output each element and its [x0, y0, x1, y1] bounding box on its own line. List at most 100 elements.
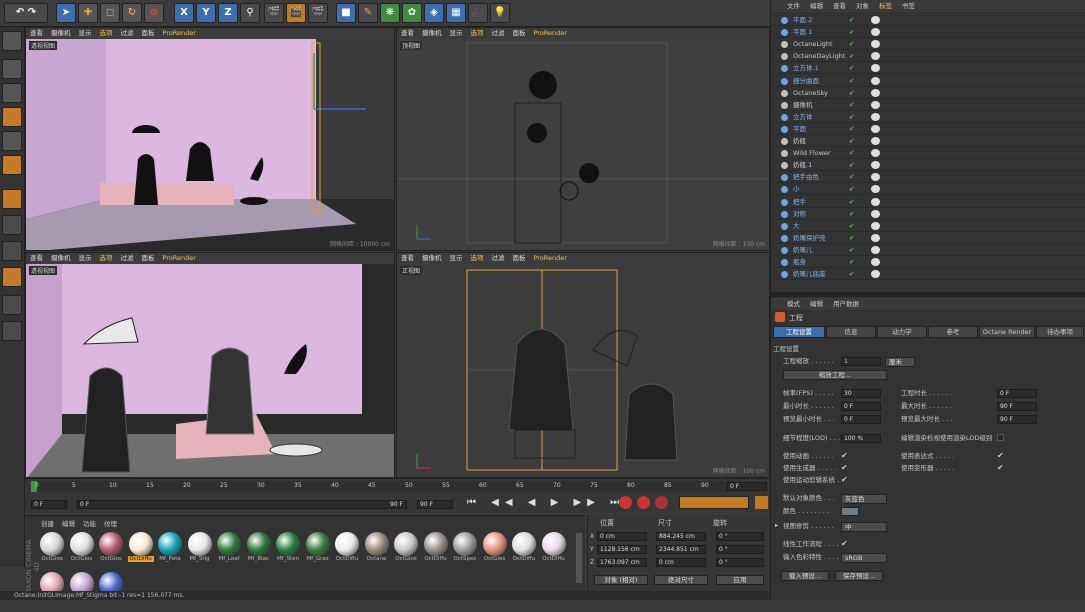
key-position-rotation-scale-icons[interactable]: [679, 496, 749, 509]
object-row[interactable]: 奶嘴儿底座 ✔: [771, 268, 1085, 281]
material-tag-icon[interactable]: [871, 221, 880, 230]
position-z-field[interactable]: 1763.097 cm: [597, 558, 647, 567]
material-swatch[interactable]: OctGlos: [393, 532, 419, 572]
preview-max-field[interactable]: 90 F: [997, 415, 1037, 424]
menu-view[interactable]: 查看: [30, 29, 43, 37]
rotate-tool-icon[interactable]: ↻: [122, 3, 142, 23]
menu-view[interactable]: 查看: [401, 29, 414, 37]
menu-display[interactable]: 显示: [450, 254, 463, 262]
material-tag-icon[interactable]: [871, 137, 880, 145]
enabled-check-icon[interactable]: ✔: [849, 99, 854, 111]
object-row[interactable]: OctaneSky ✔: [771, 87, 1085, 99]
menu-camera[interactable]: 摄像机: [422, 254, 442, 262]
object-row[interactable]: 摄像机 ✔: [771, 99, 1085, 111]
record-icon[interactable]: [619, 496, 632, 509]
coordinate-system-icon[interactable]: ⚲: [240, 3, 260, 23]
menu-camera[interactable]: 摄像机: [422, 29, 442, 37]
input-color-profile-select[interactable]: sRGB: [841, 553, 887, 563]
workplane-icon[interactable]: [2, 295, 22, 315]
material-swatch[interactable]: Mf_Stig: [187, 532, 213, 572]
view-clipping-select[interactable]: 中: [841, 522, 887, 532]
object-row[interactable]: 奶嘴儿 ✔: [771, 244, 1085, 256]
use-deformers-checkbox[interactable]: ✔: [997, 463, 1004, 472]
tab-octane-render[interactable]: Octane Render: [979, 326, 1035, 338]
enabled-check-icon[interactable]: ✔: [849, 232, 854, 244]
menu-filter[interactable]: 过滤: [492, 254, 505, 262]
enabled-check-icon[interactable]: ✔: [849, 123, 854, 135]
enabled-check-icon[interactable]: ✔: [849, 196, 854, 208]
linear-workflow-checkbox[interactable]: ✔: [841, 539, 848, 548]
viewport-front[interactable]: 查看 摄像机 显示 选项 过滤 面板 ProRender 正视图 网格间距 : 100 cm: [396, 252, 770, 478]
object-row[interactable]: 把手由色 ✔: [771, 171, 1085, 184]
edges-mode-icon[interactable]: [2, 131, 22, 151]
menu-filter[interactable]: 过滤: [492, 29, 505, 37]
menu-options[interactable]: 选项: [100, 254, 113, 262]
enabled-check-icon[interactable]: ✔: [849, 38, 854, 50]
texture-mode-icon[interactable]: [2, 83, 22, 103]
menu-panel[interactable]: 面板: [142, 254, 155, 262]
material-tag-icon[interactable]: [871, 209, 880, 218]
x-axis-lock[interactable]: X: [174, 3, 194, 23]
object-row[interactable]: 细分曲面 ✔: [771, 75, 1085, 87]
material-tag-icon[interactable]: [871, 88, 880, 97]
object-row[interactable]: 对称 ✔: [771, 208, 1085, 220]
magnet-icon[interactable]: [2, 267, 22, 287]
material-tag-icon[interactable]: [871, 28, 880, 37]
material-swatch[interactable]: OctDiffu: [511, 532, 537, 572]
undo-redo-icon[interactable]: ↶ ↷: [4, 3, 48, 23]
material-swatch[interactable]: OctGlos: [39, 532, 65, 572]
object-row[interactable]: 奶瓶.1 ✔: [771, 159, 1085, 172]
floor-icon[interactable]: ▦: [446, 3, 466, 23]
object-row[interactable]: 奶瓶 ✔: [771, 135, 1085, 147]
move-tool-icon[interactable]: ✚: [78, 3, 98, 23]
material-swatch[interactable]: Mf_Blac: [246, 532, 272, 572]
object-row[interactable]: 大 ✔: [771, 220, 1085, 232]
object-row[interactable]: Wild Flower ✔: [771, 147, 1085, 160]
material-tag-icon[interactable]: [871, 76, 880, 85]
enabled-check-icon[interactable]: ✔: [849, 75, 854, 87]
color-swatch[interactable]: [841, 507, 859, 516]
enabled-check-icon[interactable]: ✔: [849, 208, 854, 220]
viewport-perspective-bottom[interactable]: 查看 摄像机 显示 选项 过滤 面板 ProRender 透视视图: [25, 252, 395, 478]
default-object-color-select[interactable]: 灰蓝色: [841, 494, 887, 504]
rotation-h-field[interactable]: 0 °: [716, 532, 764, 541]
menu-options[interactable]: 选项: [471, 254, 484, 262]
menu-texture[interactable]: 纹理: [104, 520, 117, 528]
size-y-field[interactable]: 2344.851 cm: [656, 545, 706, 554]
apply-button[interactable]: 应用: [716, 575, 764, 585]
light-icon[interactable]: 💡: [490, 3, 510, 23]
deformer-icon[interactable]: ◈: [424, 3, 444, 23]
menu-filter[interactable]: 过滤: [121, 29, 134, 37]
enabled-check-icon[interactable]: ✔: [849, 62, 854, 74]
material-tag-icon[interactable]: [871, 161, 880, 170]
menu-filter[interactable]: 过滤: [121, 254, 134, 262]
size-mode-select[interactable]: 绝对尺寸: [654, 575, 708, 585]
material-swatch[interactable]: OctGlos: [98, 532, 124, 572]
material-tag-icon[interactable]: [871, 40, 880, 49]
recent-tool-icon[interactable]: ⊘: [144, 3, 164, 23]
viewport-perspective-top[interactable]: 查看 摄像机 显示 选项 过滤 面板 ProRender 透视视图 网格间距 : 10000…: [25, 27, 395, 251]
material-tag-icon[interactable]: [871, 173, 880, 182]
menu-function[interactable]: 功能: [83, 520, 96, 528]
menu-userdata[interactable]: 用户数据: [833, 300, 859, 308]
model-mode-icon[interactable]: [2, 59, 22, 79]
y-axis-lock[interactable]: Y: [196, 3, 216, 23]
save-preset-button[interactable]: 保存预设...: [835, 571, 883, 581]
menu-panel[interactable]: 面板: [513, 254, 526, 262]
make-editable-icon[interactable]: [2, 31, 22, 51]
material-swatch[interactable]: Octane: [364, 532, 390, 572]
material-swatch[interactable]: OctSpec: [452, 532, 478, 572]
rotation-b-field[interactable]: 0 °: [716, 558, 764, 567]
scale-unit-select[interactable]: 厘米: [885, 357, 915, 367]
tab-reference[interactable]: 参考: [928, 326, 978, 338]
render-view-icon[interactable]: 🎬: [264, 3, 284, 23]
cube-primitive-icon[interactable]: ■: [336, 3, 356, 23]
expand-arrow-icon[interactable]: ▸: [775, 522, 778, 529]
menu-display[interactable]: 显示: [450, 29, 463, 37]
material-swatch[interactable]: OctGlos: [482, 532, 508, 572]
menu-objects[interactable]: 对象: [856, 2, 869, 10]
menu-camera[interactable]: 摄像机: [51, 254, 71, 262]
enabled-check-icon[interactable]: ✔: [849, 50, 854, 62]
min-time-field[interactable]: 0 F: [841, 402, 881, 411]
enabled-check-icon[interactable]: ✔: [849, 244, 854, 256]
